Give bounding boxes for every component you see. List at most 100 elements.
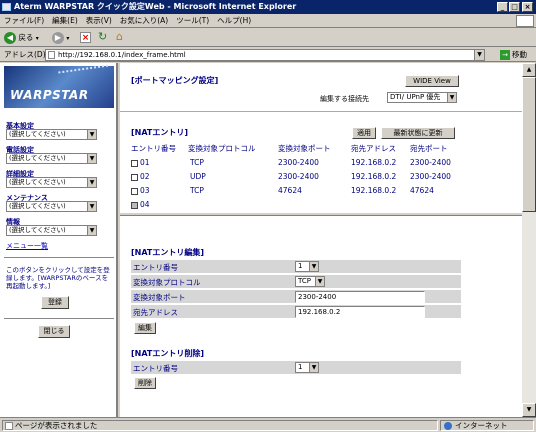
table-row-entry[interactable]: 01 <box>131 158 150 167</box>
protocol-value: TCP <box>298 277 311 285</box>
forward-arrow-icon: ▶ <box>52 32 64 44</box>
advanced-settings-select[interactable]: (選択してください) ▼ <box>6 177 97 188</box>
warpstar-logo: WARPSTAR <box>4 64 114 108</box>
chevron-down-icon: ▼ <box>87 178 96 187</box>
wide-view-button[interactable]: WIDE View <box>405 75 459 87</box>
entry-no: 04 <box>140 200 150 209</box>
logo-text: WARPSTAR <box>10 88 89 102</box>
menu-bar: ファイル(F) 編集(E) 表示(V) お気に入り(A) ツール(T) ヘルプ(H) <box>0 14 536 28</box>
menu-list-link[interactable]: メニュー一覧 <box>6 241 48 251</box>
cell-dest-addr: 192.168.0.2 <box>351 158 397 167</box>
edit-target-select[interactable]: DTI/ UPnP 優先 ▼ <box>387 92 457 103</box>
field-label: エントリ番号 <box>133 364 178 373</box>
cell-dest-port: 2300-2400 <box>410 172 451 181</box>
ie-app-icon <box>2 3 11 11</box>
entry-no: 03 <box>140 186 150 195</box>
dest-addr-input[interactable]: 192.168.0.2 <box>295 306 425 318</box>
edit-button[interactable]: 編集 <box>134 322 156 334</box>
maintenance-select[interactable]: (選択してください) ▼ <box>6 201 97 212</box>
menu-help[interactable]: ヘルプ(H) <box>213 14 255 28</box>
chevron-down-icon: ▼ <box>87 202 96 211</box>
entry-no: 01 <box>140 158 150 167</box>
chevron-down-icon: ▼ <box>447 93 456 102</box>
apply-button[interactable]: 適用 <box>352 127 376 139</box>
forward-button[interactable]: ▶ ▾ <box>52 31 69 45</box>
table-row-entry[interactable]: 03 <box>131 186 150 195</box>
menu-edit[interactable]: 編集(E) <box>48 14 82 28</box>
maximize-button[interactable]: □ <box>509 2 520 12</box>
back-dropdown-icon[interactable]: ▾ <box>36 35 39 42</box>
basic-settings-select[interactable]: (選択してください) ▼ <box>6 129 97 140</box>
toolbar: ◀ 戻る ▾ ▶ ▾ × ↻ ⌂ <box>0 29 536 47</box>
port-input[interactable]: 2300-2400 <box>295 291 425 303</box>
home-button[interactable]: ⌂ <box>116 31 128 45</box>
go-button[interactable]: → 移動 <box>500 49 527 61</box>
entry-number-select[interactable]: 1 ▼ <box>295 261 319 272</box>
cell-dest-addr: 192.168.0.2 <box>351 186 397 195</box>
stop-button[interactable]: × <box>80 31 91 45</box>
back-label: 戻る <box>18 33 34 42</box>
frame-splitter[interactable] <box>120 212 522 216</box>
menu-file[interactable]: ファイル(F) <box>0 14 48 28</box>
col-entry-no: エントリ番号 <box>131 144 176 153</box>
cell-protocol: UDP <box>190 172 206 181</box>
scroll-down-icon[interactable]: ▼ <box>522 403 536 417</box>
back-button[interactable]: ◀ 戻る ▾ <box>4 31 39 45</box>
chevron-down-icon: ▼ <box>309 262 318 271</box>
close-window-button[interactable]: 閉じる <box>38 325 70 338</box>
nat-delete-title: [NATエントリ削除] <box>131 349 205 358</box>
left-navigation-frame: WARPSTAR 基本設定 (選択してください) ▼ 電話設定 (選択してください… <box>0 63 118 417</box>
field-label: 変換対象プロトコル <box>133 278 201 287</box>
table-row-entry[interactable]: 02 <box>131 172 150 181</box>
col-protocol: 変換対象プロトコル <box>188 144 256 153</box>
maintenance-value: (選択してください) <box>9 202 66 210</box>
menu-tools[interactable]: ツール(T) <box>172 14 213 28</box>
status-pane: ページが表示されました <box>2 420 438 431</box>
table-row-entry[interactable]: 04 <box>131 200 150 209</box>
go-label: 移動 <box>512 50 527 59</box>
cell-port: 2300-2400 <box>278 158 319 167</box>
home-icon: ⌂ <box>116 30 123 43</box>
info-select[interactable]: (選択してください) ▼ <box>6 225 97 236</box>
minimize-button[interactable]: _ <box>497 2 508 12</box>
status-bar: ページが表示されました インターネット <box>0 417 536 432</box>
delete-entry-value: 1 <box>298 363 303 371</box>
address-url: http://192.168.0.1/index_frame.html <box>58 51 186 59</box>
cell-dest-port: 2300-2400 <box>410 158 451 167</box>
page-status-icon <box>5 422 13 430</box>
chevron-down-icon: ▼ <box>87 154 96 163</box>
edit-target-value: DTI/ UPnP 優先 <box>390 93 441 101</box>
left-divider <box>4 257 114 258</box>
menu-favorites[interactable]: お気に入り(A) <box>116 14 172 28</box>
cell-protocol: TCP <box>190 186 204 195</box>
cell-dest-port: 47624 <box>410 186 434 195</box>
windows-logo-icon <box>516 15 534 27</box>
checkbox[interactable] <box>131 159 138 167</box>
refresh-status-button[interactable]: 最新状態に更新 <box>381 127 455 139</box>
go-arrow-icon: → <box>500 50 510 60</box>
address-dropdown-icon[interactable]: ▼ <box>474 50 484 60</box>
window-title: Aterm WARPSTAR クイック設定Web - Microsoft Int… <box>14 2 297 11</box>
forward-dropdown-icon[interactable]: ▾ <box>66 35 69 42</box>
register-button[interactable]: 登録 <box>41 296 69 309</box>
cell-port: 2300-2400 <box>278 172 319 181</box>
checkbox-disabled <box>131 201 138 209</box>
phone-settings-select[interactable]: (選択してください) ▼ <box>6 153 97 164</box>
scroll-up-icon[interactable]: ▲ <box>522 63 536 77</box>
protocol-select[interactable]: TCP ▼ <box>295 276 325 287</box>
address-input[interactable]: http://192.168.0.1/index_frame.html ▼ <box>45 49 485 61</box>
checkbox[interactable] <box>131 187 138 195</box>
checkbox[interactable] <box>131 173 138 181</box>
top-divider <box>120 111 522 112</box>
scroll-thumb[interactable] <box>522 77 536 212</box>
field-label: 変換対象ポート <box>133 293 186 302</box>
menu-view[interactable]: 表示(V) <box>82 14 116 28</box>
delete-entry-select[interactable]: 1 ▼ <box>295 362 319 373</box>
window-titlebar[interactable]: Aterm WARPSTAR クイック設定Web - Microsoft Int… <box>0 0 536 14</box>
delete-button[interactable]: 削除 <box>134 377 156 389</box>
refresh-button[interactable]: ↻ <box>98 31 109 45</box>
vertical-scrollbar[interactable]: ▲ ▼ <box>522 63 536 417</box>
close-button[interactable]: × <box>522 2 533 12</box>
chevron-down-icon: ▼ <box>315 277 324 286</box>
field-label: エントリ番号 <box>133 263 178 272</box>
